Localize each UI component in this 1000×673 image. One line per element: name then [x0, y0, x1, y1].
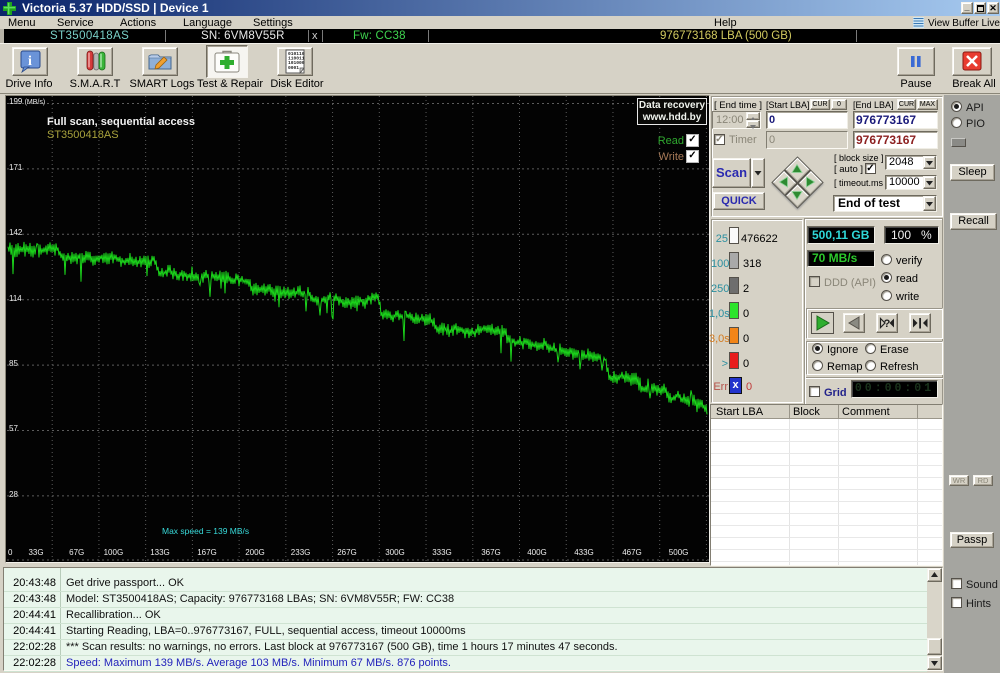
svg-text:?: ? — [884, 318, 891, 330]
svg-text:i: i — [28, 54, 32, 69]
svg-text:0001: 0001 — [288, 65, 299, 71]
